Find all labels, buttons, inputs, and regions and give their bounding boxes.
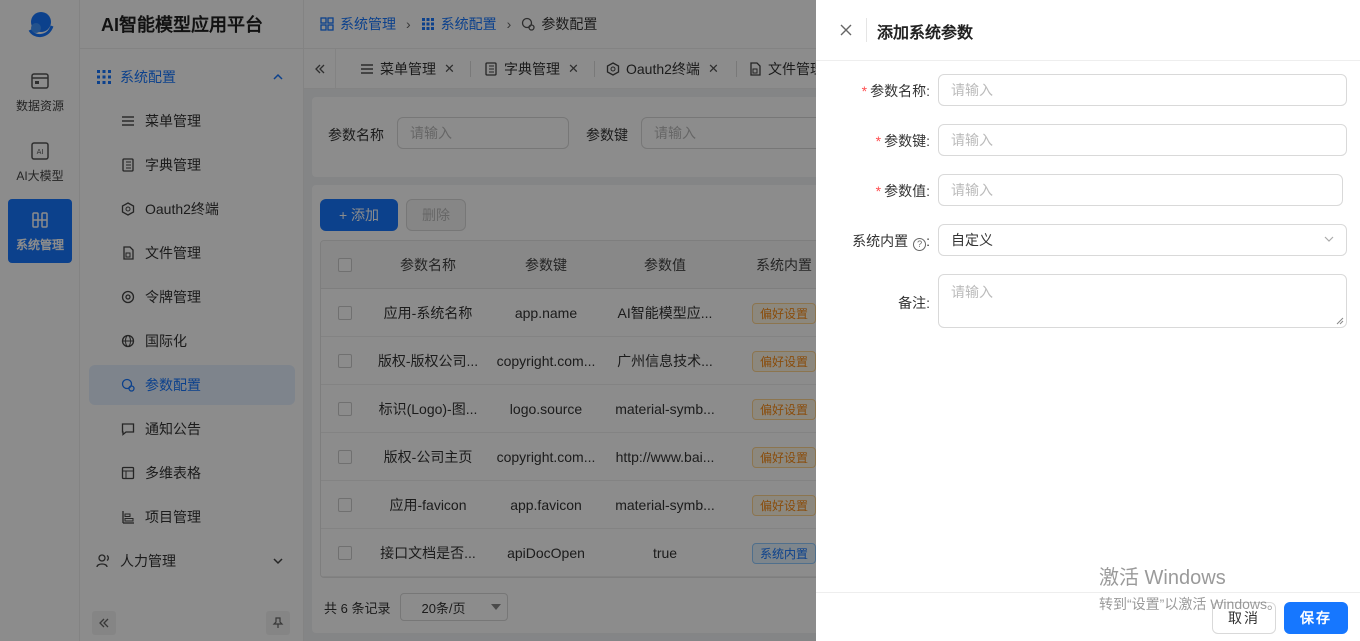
- chevron-down-icon: [1324, 236, 1334, 242]
- watermark-line-1: 激活 Windows: [1099, 567, 1226, 589]
- param-value-input[interactable]: 请输入: [938, 174, 1343, 206]
- field-label-colon: :: [926, 233, 930, 249]
- required-mark: *: [875, 183, 882, 199]
- close-drawer-button[interactable]: [836, 20, 856, 40]
- field-label-text: 参数名称:: [870, 83, 930, 99]
- param-key-input[interactable]: 请输入: [938, 124, 1347, 156]
- drawer-header: 添加系统参数: [816, 0, 1360, 61]
- save-button[interactable]: 保存: [1284, 602, 1348, 634]
- drawer-mask[interactable]: [0, 0, 816, 641]
- param-value-label: * 参数值:: [816, 181, 930, 201]
- close-icon: [840, 24, 852, 36]
- question-circle-icon[interactable]: ?: [913, 238, 927, 251]
- field-label-text: 参数值:: [884, 183, 930, 199]
- add-parameter-drawer: 添加系统参数 * 参数名称: 请输入 * 参数键: 请输入 * 参数值: 请输入 系统…: [816, 0, 1360, 641]
- builtin-select[interactable]: 自定义: [938, 224, 1347, 256]
- required-mark: *: [861, 83, 868, 99]
- field-label-text: 备注:: [898, 295, 930, 311]
- field-label-text: 参数键:: [884, 133, 930, 149]
- remark-placeholder: 请输入: [951, 284, 993, 300]
- app-root: 数据资源 AI AI大模型 系统管理 AI智能模型应用平台 系统配置 菜单管理 …: [0, 0, 1360, 641]
- param-name-label: * 参数名称:: [816, 81, 930, 101]
- windows-activation-watermark: 激活 Windows 转到“设置”以激活 Windows。: [1099, 561, 1281, 614]
- builtin-select-value: 自定义: [951, 232, 993, 248]
- resize-grip-icon[interactable]: [1336, 317, 1344, 325]
- param-key-label: * 参数键:: [816, 131, 930, 151]
- required-mark: *: [875, 133, 882, 149]
- watermark-line-2: 转到“设置”以激活 Windows。: [1099, 596, 1282, 612]
- builtin-label: 系统内置?:: [816, 231, 930, 251]
- param-name-input[interactable]: 请输入: [938, 74, 1347, 106]
- remark-label: 备注:: [816, 293, 930, 313]
- remark-textarea[interactable]: 请输入: [938, 274, 1347, 328]
- drawer-title: 添加系统参数: [877, 25, 974, 42]
- field-label-text: 系统内置: [852, 233, 909, 249]
- header-divider: [866, 18, 867, 42]
